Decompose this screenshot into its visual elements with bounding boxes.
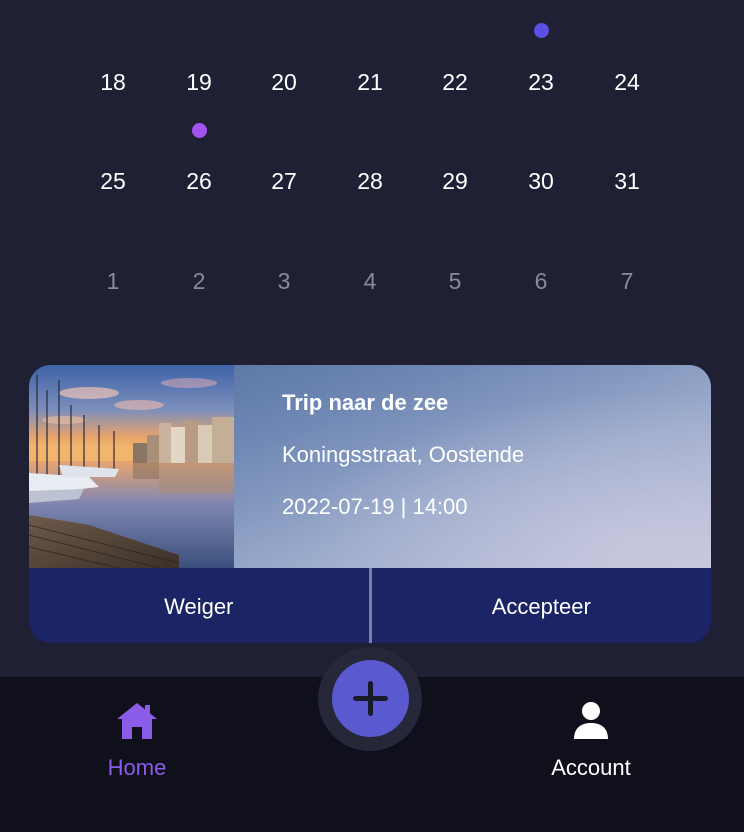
event-card-actions: Weiger Accepteer bbox=[29, 568, 711, 643]
event-title: Trip naar de zee bbox=[282, 390, 449, 415]
add-event-button[interactable] bbox=[332, 660, 409, 737]
calendar-day-next-month[interactable]: 3 bbox=[242, 261, 326, 301]
event-marker-23 bbox=[533, 23, 549, 38]
calendar-day[interactable]: 24 bbox=[585, 62, 669, 102]
calendar-day[interactable]: 20 bbox=[242, 62, 326, 102]
calendar-day[interactable]: 25 bbox=[71, 161, 155, 201]
calendar-day[interactable]: 18 bbox=[71, 62, 155, 102]
nav-home-label: Home bbox=[107, 755, 167, 780]
calendar-day[interactable]: 19 bbox=[157, 62, 241, 102]
calendar-day-next-month[interactable]: 4 bbox=[328, 261, 412, 301]
calendar-day[interactable]: 30 bbox=[499, 161, 583, 201]
calendar-day-next-month[interactable]: 2 bbox=[157, 261, 241, 301]
marina-photo bbox=[29, 365, 234, 568]
user-icon bbox=[574, 702, 608, 739]
calendar-day[interactable]: 31 bbox=[585, 161, 669, 201]
calendar-day[interactable]: 26 bbox=[157, 161, 241, 201]
calendar-week-row: 25 26 27 28 29 30 31 bbox=[71, 161, 671, 201]
calendar-day[interactable]: 28 bbox=[328, 161, 412, 201]
calendar-week-row: 18 19 20 21 22 23 24 bbox=[71, 62, 671, 102]
calendar-week-row: 1 2 3 4 5 6 7 bbox=[71, 261, 671, 301]
accept-button[interactable]: Accepteer bbox=[372, 568, 712, 643]
event-card-header[interactable]: Trip naar de zee Koningsstraat, Oostende… bbox=[29, 365, 711, 568]
calendar-day[interactable]: 22 bbox=[413, 62, 497, 102]
plus-icon bbox=[353, 681, 388, 716]
calendar-day-next-month[interactable]: 6 bbox=[499, 261, 583, 301]
event-details: Trip naar de zee Koningsstraat, Oostende… bbox=[282, 385, 692, 525]
event-invite-card: Trip naar de zee Koningsstraat, Oostende… bbox=[29, 365, 711, 643]
calendar-day[interactable]: 21 bbox=[328, 62, 412, 102]
calendar-day-next-month[interactable]: 1 bbox=[71, 261, 155, 301]
calendar-day-next-month[interactable]: 5 bbox=[413, 261, 497, 301]
nav-home[interactable]: Home bbox=[57, 699, 217, 783]
decline-button[interactable]: Weiger bbox=[29, 568, 369, 643]
home-icon bbox=[117, 703, 157, 739]
calendar-day[interactable]: 23 bbox=[499, 62, 583, 102]
calendar-day-next-month[interactable]: 7 bbox=[585, 261, 669, 301]
event-marker-26 bbox=[191, 123, 207, 138]
nav-account[interactable]: Account bbox=[511, 699, 671, 783]
event-address: Koningsstraat, Oostende bbox=[282, 442, 525, 467]
calendar-day[interactable]: 29 bbox=[413, 161, 497, 201]
event-datetime: 2022-07-19 | 14:00 bbox=[282, 494, 468, 519]
calendar-day[interactable]: 27 bbox=[242, 161, 326, 201]
nav-account-label: Account bbox=[551, 755, 631, 780]
